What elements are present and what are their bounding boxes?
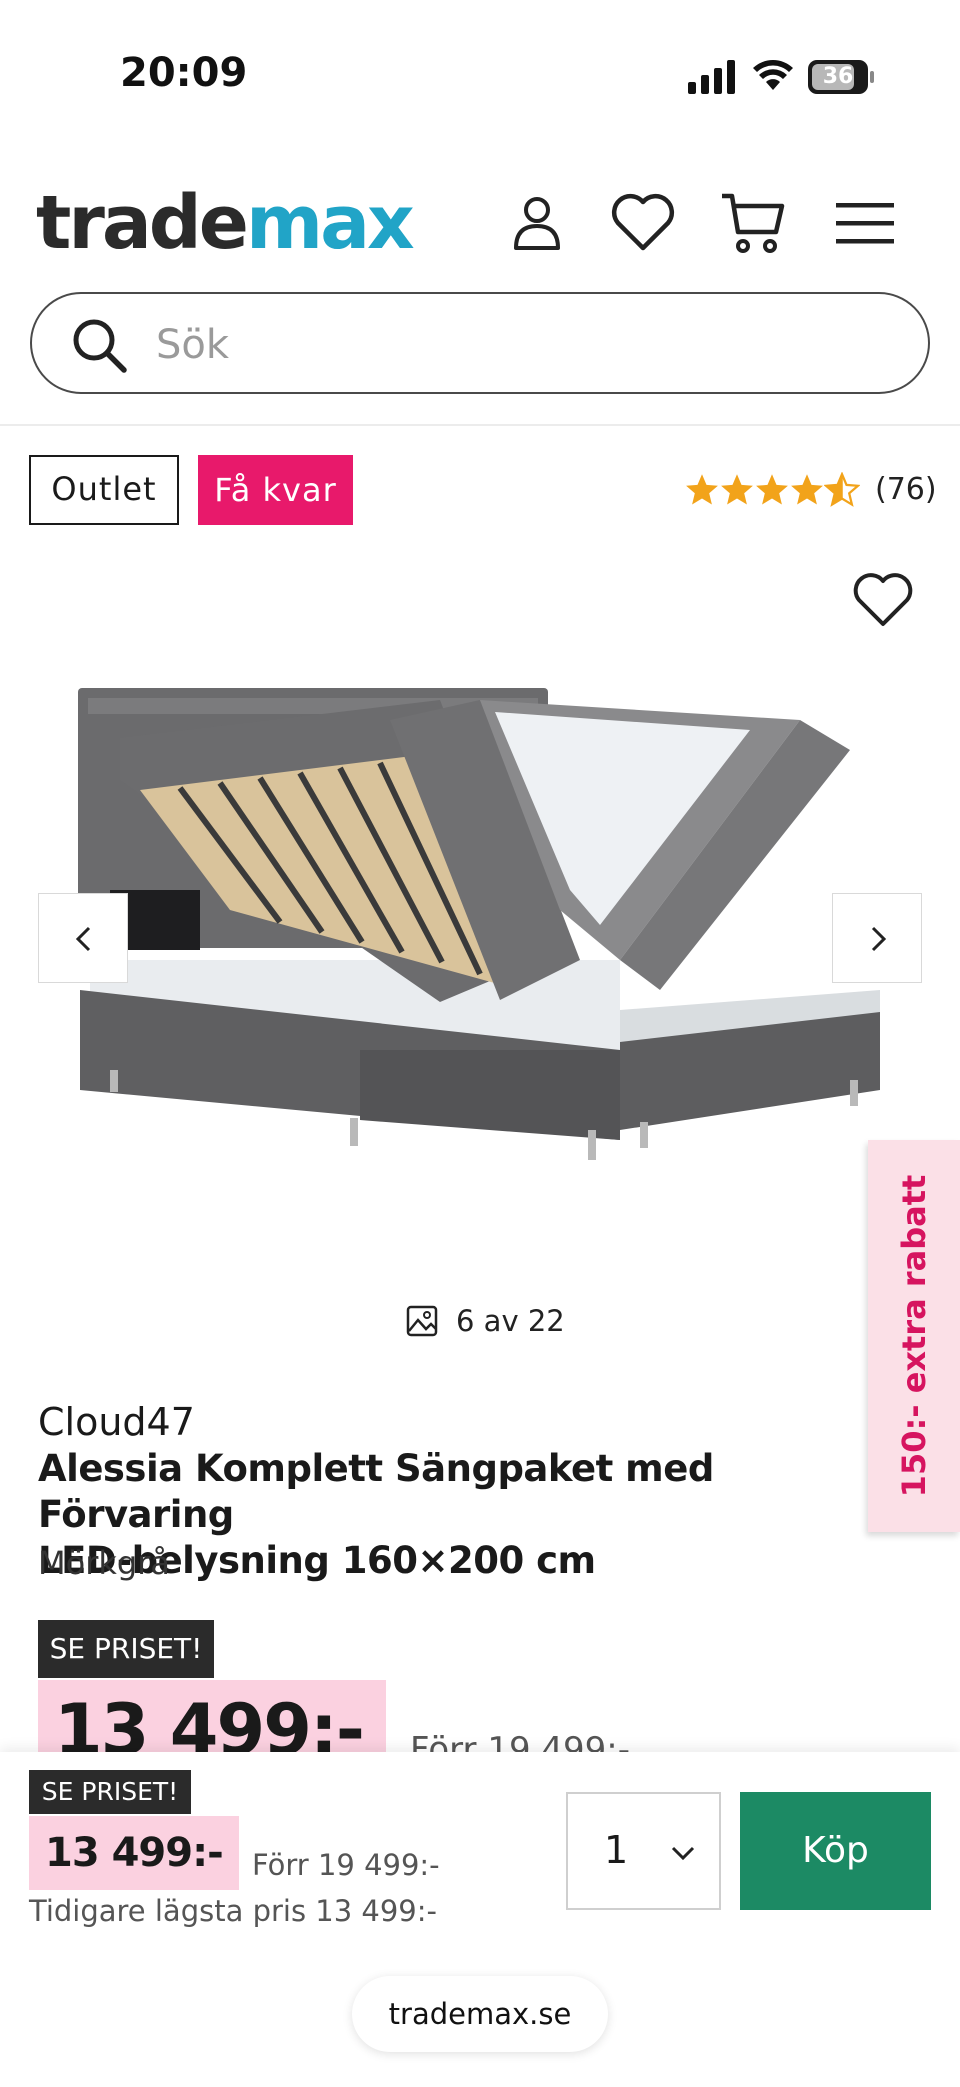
signal-icon — [688, 60, 735, 94]
outlet-badge: Outlet — [29, 455, 179, 525]
image-icon — [406, 1305, 438, 1337]
extra-discount-tab[interactable]: 150:- extra rabatt — [868, 1140, 960, 1532]
product-color: Mörkgrå — [38, 1544, 170, 1582]
battery-icon: 36 — [808, 60, 874, 94]
status-bar: 20:09 36 — [0, 0, 960, 130]
wifi-icon — [753, 60, 793, 90]
review-count[interactable]: (76) — [875, 472, 937, 507]
lowest-previous-price: Tidigare lägsta pris 13 499:- — [29, 1894, 437, 1928]
product-title-line1: Alessia Komplett Sängpaket med Förvaring — [38, 1447, 714, 1536]
chevron-right-icon — [871, 926, 887, 952]
image-counter-text: 6 av 22 — [456, 1304, 565, 1338]
product-image[interactable] — [60, 660, 900, 1200]
sticky-price: 13 499:- — [29, 1816, 239, 1890]
wishlist-heart-icon[interactable] — [608, 188, 678, 258]
search-input[interactable]: Sök — [156, 322, 229, 368]
star-icon — [756, 474, 788, 505]
sticky-previous-price: Förr 19 499:- — [252, 1848, 440, 1882]
previous-image-button[interactable] — [38, 893, 128, 983]
quantity-value: 1 — [604, 1828, 629, 1872]
buy-button[interactable]: Köp — [740, 1792, 931, 1910]
battery-level: 36 — [822, 64, 854, 89]
user-icon[interactable] — [502, 188, 572, 258]
price-badge: SE PRISET! — [38, 1620, 214, 1678]
star-icon — [791, 474, 823, 505]
menu-icon[interactable] — [830, 188, 900, 258]
search-icon — [73, 319, 127, 373]
half-star-icon — [824, 472, 860, 507]
quantity-select[interactable]: 1 — [566, 1792, 721, 1910]
chevron-down-icon — [671, 1846, 695, 1861]
few-left-badge: Få kvar — [198, 455, 353, 525]
star-icon — [686, 474, 718, 505]
browser-url[interactable]: trademax.se — [352, 1976, 608, 2052]
sticky-purchase-bar: SE PRISET! 13 499:- Förr 19 499:- Tidiga… — [0, 1752, 960, 2087]
cart-icon[interactable] — [718, 188, 788, 258]
sticky-price-badge: SE PRISET! — [29, 1770, 191, 1814]
star-icon — [721, 474, 753, 505]
trademax-logo[interactable]: trademax — [36, 180, 415, 266]
header-divider — [0, 424, 960, 426]
next-image-button[interactable] — [832, 893, 922, 983]
favorite-heart-icon[interactable] — [850, 568, 916, 634]
search-bar[interactable]: Sök — [30, 292, 930, 394]
site-header: trademax — [0, 160, 960, 280]
extra-discount-text: 150:- extra rabatt — [895, 1174, 933, 1498]
status-time: 20:09 — [120, 50, 248, 96]
chevron-left-icon — [75, 926, 91, 952]
product-brand[interactable]: Cloud47 — [38, 1400, 195, 1444]
